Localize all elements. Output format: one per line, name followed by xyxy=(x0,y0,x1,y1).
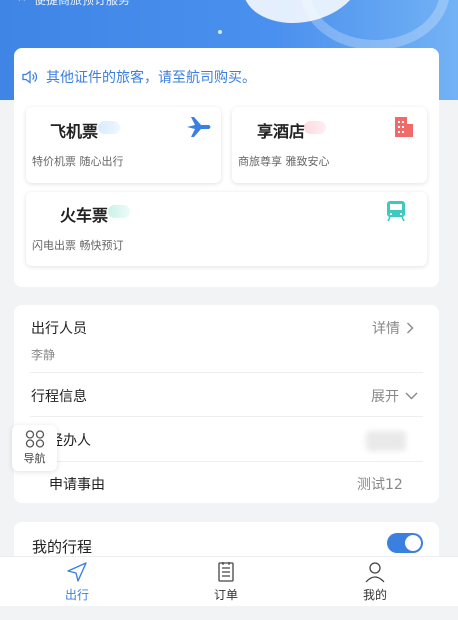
chevron-down-icon xyxy=(405,392,418,400)
navigation-arrow-icon xyxy=(67,562,87,582)
notice-bar: 其他证件的旅客，请至航司购买。 xyxy=(22,66,256,88)
hotel-icon xyxy=(395,117,413,137)
floating-nav-button[interactable]: 导航 xyxy=(12,425,57,471)
train-title: 火车票 xyxy=(60,206,109,225)
tab-travel[interactable]: 出行 xyxy=(47,561,107,603)
document-icon xyxy=(218,562,234,582)
decorative-arc xyxy=(300,0,450,50)
user-icon xyxy=(365,562,385,583)
bottom-safe-area xyxy=(0,606,458,620)
handler-value-redacted xyxy=(366,431,406,451)
train-pill xyxy=(108,205,130,218)
divider xyxy=(30,416,423,417)
decorative-dot xyxy=(218,30,222,34)
my-trips-label: 我的行程 xyxy=(32,538,93,556)
itinerary-label: 行程信息 xyxy=(31,389,87,405)
tab-orders-label: 订单 xyxy=(213,588,238,602)
traveler-label: 出行人员 xyxy=(31,321,87,337)
itinerary-expand-button[interactable]: 展开 xyxy=(371,386,418,406)
hotel-title: 享酒店 xyxy=(257,122,306,141)
hero-text: 便捷商旅预订服务 xyxy=(34,0,131,7)
divider xyxy=(30,461,423,462)
speaker-icon xyxy=(22,70,38,84)
notice-text: 其他证件的旅客，请至航司购买。 xyxy=(46,70,256,86)
grid-icon xyxy=(25,430,44,448)
chevron-right-icon xyxy=(407,322,414,334)
hotel-subtitle: 商旅尊享 雅致安心 xyxy=(238,155,330,168)
tab-travel-label: 出行 xyxy=(64,588,89,602)
train-icon xyxy=(387,201,405,222)
itinerary-expand-label: 展开 xyxy=(371,389,399,405)
my-trips-toggle[interactable] xyxy=(387,533,423,553)
star-icon: ☆ xyxy=(16,0,28,5)
traveler-name: 李静 xyxy=(31,348,56,362)
tab-profile[interactable]: 我的 xyxy=(345,561,405,603)
hotel-pill xyxy=(304,121,326,134)
airplane-icon xyxy=(187,117,211,137)
reason-value: 测试12 xyxy=(357,477,403,493)
tab-orders[interactable]: 订单 xyxy=(196,561,256,603)
flight-title: 飞机票 xyxy=(50,122,99,141)
flight-subtitle: 特价机票 随心出行 xyxy=(32,155,124,168)
traveler-details-label: 详情 xyxy=(372,321,400,337)
toggle-knob xyxy=(405,535,421,551)
divider xyxy=(30,372,423,373)
reason-label: 申请事由 xyxy=(49,477,105,493)
flight-pill xyxy=(98,121,120,134)
floating-nav-label: 导航 xyxy=(23,452,46,465)
train-subtitle: 闪电出票 畅快预订 xyxy=(32,239,124,252)
traveler-details-link[interactable]: 详情 xyxy=(372,318,414,338)
tab-profile-label: 我的 xyxy=(362,588,387,602)
